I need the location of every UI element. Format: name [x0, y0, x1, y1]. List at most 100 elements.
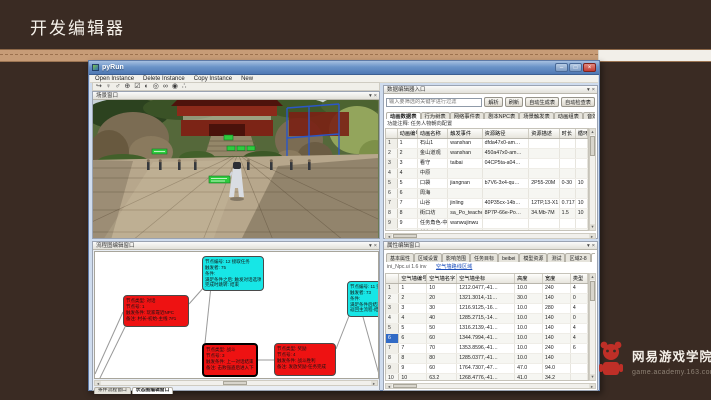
row-number-cell[interactable]: 3	[386, 158, 398, 169]
table-cell[interactable]: 周海	[417, 188, 449, 199]
table-cell[interactable]: 1.5	[559, 208, 576, 219]
table-cell[interactable]: 1764.7307,-47…	[456, 363, 516, 374]
row-number-cell[interactable]: 5	[386, 323, 400, 334]
table-row[interactable]: 2 2 20 1321.3014,-11… 30.0 140 0	[386, 293, 588, 304]
row-number-cell[interactable]: 8	[386, 353, 400, 364]
graph-tab[interactable]: 状态图编辑窗口	[131, 387, 174, 394]
table-cell[interactable]: 10.0	[514, 283, 543, 294]
table-cell[interactable]: 34.2	[542, 373, 571, 380]
table-cell[interactable]: 0	[570, 293, 588, 304]
table-cell[interactable]: 石山1	[417, 138, 449, 149]
table-cell[interactable]: dfda47x0-am…	[482, 138, 530, 149]
row-number-cell[interactable]: 1	[386, 138, 398, 149]
search-input[interactable]	[386, 97, 483, 107]
scroll-down-icon[interactable]: ▾	[590, 224, 595, 230]
table-cell[interactable]	[559, 228, 576, 230]
query-action-button[interactable]: 解析	[484, 97, 503, 107]
table-cell[interactable]: 04CP5ta-a04…	[482, 158, 530, 169]
route-area-link[interactable]: 空气墙路线区域	[436, 264, 472, 270]
row-number-cell[interactable]: 8	[386, 208, 398, 219]
table-row[interactable]: 9 9 60 1764.7307,-47… 47.0 94.0	[386, 363, 588, 374]
table-cell[interactable]: 10.0	[514, 303, 543, 314]
table-cell[interactable]: 任务角色-中山	[417, 218, 449, 229]
table-cell[interactable]: wanwujinwu	[447, 218, 483, 229]
table-cell[interactable]: 6	[398, 333, 428, 344]
table-cell[interactable]: 30.0	[514, 293, 543, 304]
table-cell[interactable]: 7	[398, 343, 428, 354]
table-row[interactable]: 5 5 50 1316.2139,-41… 10.0 140 4	[386, 323, 588, 334]
table-row[interactable]: 4 4 中原	[386, 168, 588, 179]
row-number-cell[interactable]: 7	[386, 343, 400, 354]
table-cell[interactable]: 280	[542, 303, 571, 314]
attr-tab[interactable]: 影响范围	[442, 253, 471, 262]
row-number-cell[interactable]: 5	[386, 178, 398, 189]
scroll-right-icon[interactable]: ▸	[589, 384, 595, 389]
table-cell[interactable]	[528, 158, 560, 169]
column-header[interactable]: 资源描述	[528, 129, 560, 139]
row-number-cell[interactable]: 4	[386, 168, 398, 179]
scroll-left-icon[interactable]: ◂	[95, 381, 101, 386]
table-row[interactable]: 8 8 80 1285.0377,-41… 10.0 140	[386, 353, 588, 364]
table-cell[interactable]: 口袋	[417, 178, 449, 189]
table-cell[interactable]: 8	[397, 208, 418, 219]
more-tools-icon[interactable]: ∴	[182, 83, 186, 91]
menu-item[interactable]: Delete Instance	[143, 76, 185, 82]
table-cell[interactable]: 10	[575, 198, 588, 209]
table-cell[interactable]: 4	[570, 283, 588, 294]
table-cell[interactable]: 34.Mb-7M	[528, 208, 560, 219]
table-cell[interactable]	[528, 148, 560, 159]
panel-pin-icon[interactable]: ▾	[587, 243, 590, 249]
table-cell[interactable]: 1353.8596,-41…	[456, 343, 516, 354]
table-cell[interactable]	[559, 158, 576, 169]
table-cell[interactable]: 4	[570, 323, 588, 334]
table-cell[interactable]	[528, 218, 560, 229]
table-cell[interactable]	[570, 353, 588, 364]
panel-close-icon[interactable]: ×	[374, 93, 377, 99]
table-cell[interactable]: 10.0	[514, 323, 543, 334]
table-cell[interactable]: 94.0	[542, 363, 571, 374]
panel-pin-icon[interactable]: ▾	[369, 243, 372, 249]
attr-tab[interactable]: 基本属性	[386, 253, 415, 262]
table-cell[interactable]	[575, 158, 588, 169]
table-cell[interactable]: 47.0	[514, 363, 543, 374]
table-cell[interactable]: 1344.7994,-41…	[456, 333, 516, 344]
table-cell[interactable]: 街口坊	[417, 208, 449, 219]
table-cell[interactable]: 10.0	[514, 353, 543, 364]
table-cell[interactable]: 140	[542, 333, 571, 344]
target-icon[interactable]: ◎	[153, 83, 159, 91]
row-number-cell[interactable]: 9	[386, 218, 398, 229]
table-cell[interactable]: 8P7P-66e-Po…	[482, 208, 530, 219]
table-cell[interactable]: 140	[542, 293, 571, 304]
row-number-cell[interactable]: 3	[386, 303, 400, 314]
attr-tab[interactable]: 模型资源	[519, 253, 548, 262]
table-row[interactable]: 6 6 周海	[386, 188, 588, 199]
table-cell[interactable]	[559, 148, 576, 159]
table-cell[interactable]	[528, 168, 560, 179]
table-row[interactable]: 3 3 30 1216.9125,-16… 10.0 280 4	[386, 303, 588, 314]
table-cell[interactable]: 4	[570, 303, 588, 314]
table-cell[interactable]: 1212.0477,-41…	[456, 283, 516, 294]
attr-tab[interactable]: 山野空气墙	[590, 253, 595, 262]
table-cell[interactable]: 1216.9125,-16…	[456, 303, 516, 314]
query-tab[interactable]: 动画组表	[553, 112, 583, 119]
maximize-button[interactable]: □	[569, 63, 582, 72]
column-header[interactable]: 时长	[559, 129, 576, 139]
table-cell[interactable]	[482, 168, 530, 179]
query-action-button[interactable]: 自动检查表	[561, 97, 595, 107]
female-entity-icon[interactable]: ♀	[106, 83, 111, 91]
table-cell[interactable]: 10.0	[514, 343, 543, 354]
attr-tab[interactable]: 区域设置	[414, 253, 443, 262]
table-cell[interactable]: 7	[397, 198, 418, 209]
table-row[interactable]: 1 1 10 1212.0477,-41… 10.0 240 4	[386, 283, 588, 294]
table-cell[interactable]: b7V6-3x4-qu…	[482, 178, 530, 189]
table-cell[interactable]: 2P55-20M	[528, 178, 560, 189]
query-panel-header[interactable]: 数据编辑器入口 ▾ ×	[384, 86, 597, 94]
column-header[interactable]: 空气墙编号	[398, 274, 428, 284]
table-row[interactable]: 4 4 40 1285.2715,-14… 10.0 140 0	[386, 313, 588, 324]
table-row[interactable]: 6 6 60 1344.7994,-41… 10.0 140 4	[386, 333, 588, 344]
table-row[interactable]: 2 2 金山道观 wanshan 450a47x0-am…	[386, 148, 588, 159]
table-cell[interactable]: 50	[426, 323, 458, 334]
attr-tab[interactable]: 任务目标	[470, 253, 499, 262]
column-header[interactable]: 循环	[575, 129, 588, 139]
table-cell[interactable]	[570, 373, 588, 380]
